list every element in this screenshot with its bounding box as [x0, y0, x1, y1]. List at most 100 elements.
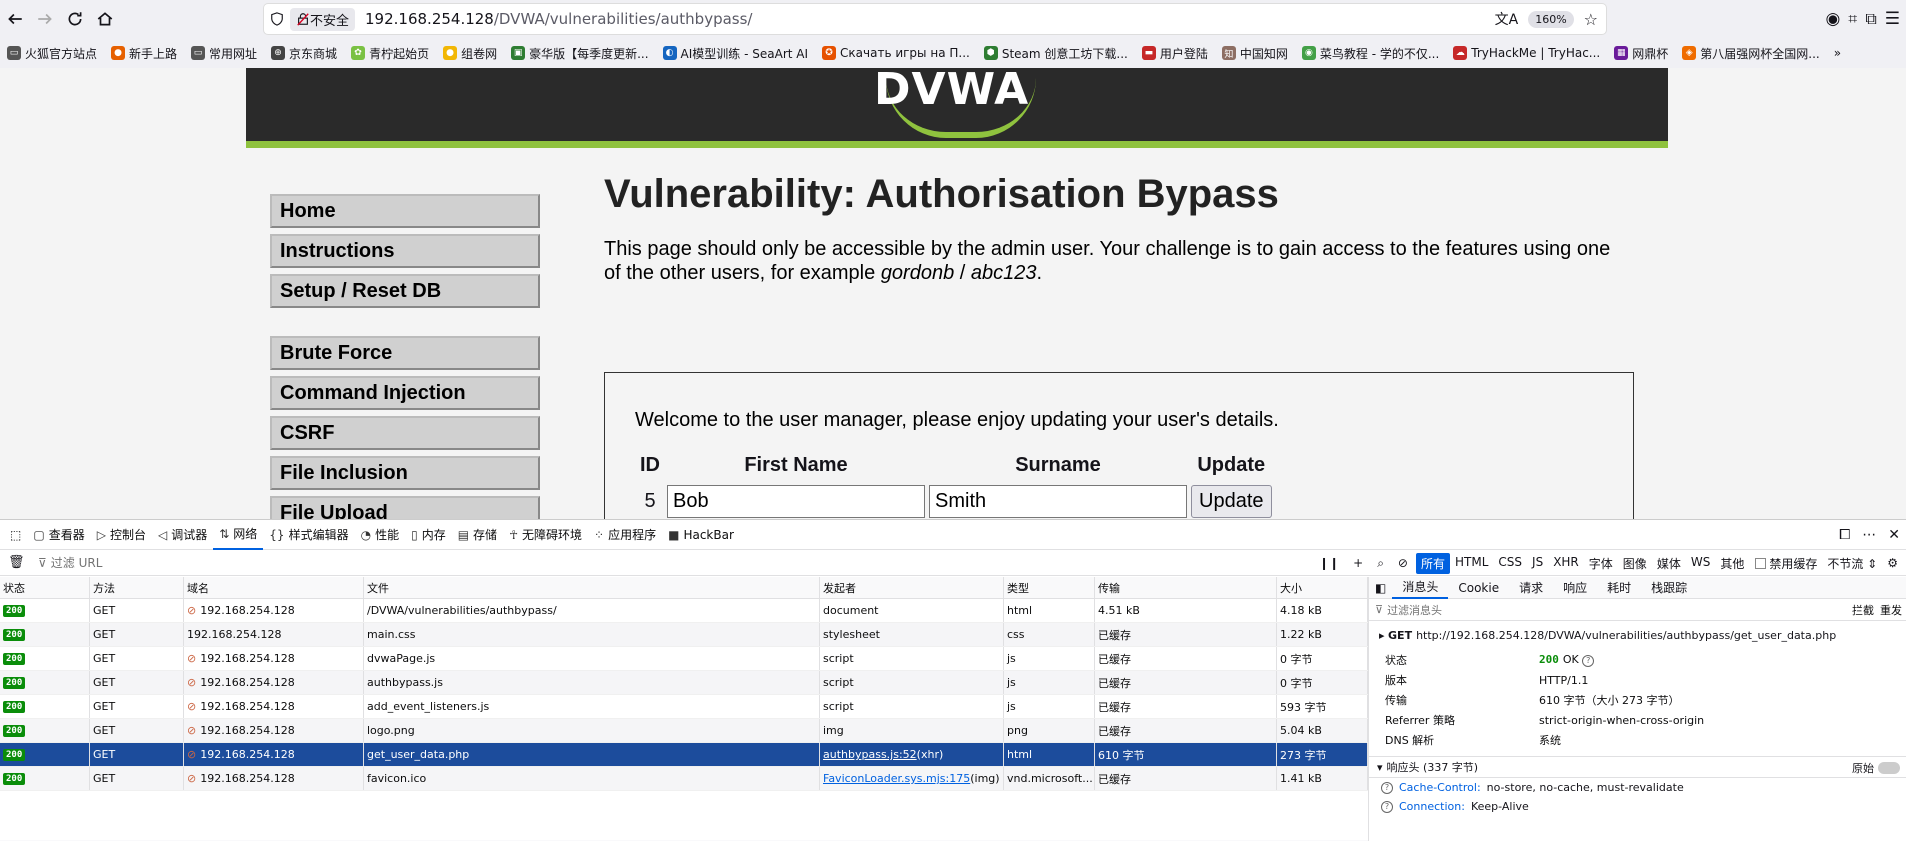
type-filter-9[interactable]: 其他 — [1715, 553, 1749, 574]
table-row[interactable]: 200 GET ⊘ 192.168.254.128 authbypass.js scrip… — [0, 671, 1368, 695]
filter-headers-input[interactable]: ⊽ 过滤消息头 拦截 重发 — [1369, 599, 1906, 621]
forward-button[interactable] — [30, 4, 60, 34]
menu-item-csrf[interactable]: CSRF — [270, 416, 540, 450]
menu-item-instructions[interactable]: Instructions — [270, 234, 540, 268]
table-row[interactable]: 200 GET ⊘ 192.168.254.128 favicon.ico Favicon… — [0, 767, 1368, 791]
bookmark-item[interactable]: ● 新手上路 — [104, 45, 184, 62]
table-row[interactable]: 200 GET ⊘ 192.168.254.128 get_user_data.php a… — [0, 743, 1368, 767]
bookmark-item[interactable]: ▭ 常用网址 — [184, 45, 264, 62]
tab-2[interactable]: ◁ 调试器 — [152, 520, 213, 550]
toggle-panel-icon[interactable]: ◧ — [1369, 581, 1392, 595]
menu-item-command-injection[interactable]: Command Injection — [270, 376, 540, 410]
bookmark-item[interactable]: ⊕ 京东商城 — [264, 45, 344, 62]
shield-icon[interactable] — [264, 12, 290, 26]
element-picker-icon[interactable]: ⬚ — [4, 520, 27, 550]
home-button[interactable] — [90, 4, 120, 34]
throttle-select[interactable]: 不节流 ⇕ — [1823, 555, 1881, 572]
reload-button[interactable] — [60, 4, 90, 34]
details-tab-0[interactable]: 消息头 — [1392, 577, 1449, 599]
menu-item-setup-reset-db[interactable]: Setup / Reset DB — [270, 274, 540, 308]
initiator-link[interactable]: authbypass.js:52 — [823, 748, 917, 761]
url-bar[interactable]: 不安全 192.168.254.128/DVWA/vulnerabilities… — [264, 4, 1606, 34]
tab-6[interactable]: ▯ 内存 — [405, 520, 452, 550]
bookmark-item[interactable]: ✪ Скачать игры на П... — [815, 46, 977, 60]
table-row[interactable]: 200 GET ⊘ 192.168.254.128/DVWA/vulnerabilit… — [0, 599, 1368, 623]
column-header[interactable]: 传输 — [1095, 577, 1277, 598]
tab-8[interactable]: ☥ 无障碍环境 — [503, 520, 588, 550]
details-tab-4[interactable]: 耗时 — [1597, 577, 1641, 599]
tab-5[interactable]: ◔ 性能 — [355, 520, 406, 550]
surname-input[interactable] — [929, 485, 1187, 518]
column-header[interactable]: 域名 — [184, 577, 364, 598]
tab-3[interactable]: ⇅ 网络 — [213, 520, 264, 550]
block-icon[interactable]: ⊘ — [1392, 556, 1414, 570]
column-header[interactable]: 方法 — [90, 577, 184, 598]
back-button[interactable] — [0, 4, 30, 34]
menu-item-brute-force[interactable]: Brute Force — [270, 336, 540, 370]
zoom-level[interactable]: 160% — [1528, 10, 1574, 28]
tab-10[interactable]: ■ HackBar — [662, 520, 740, 550]
table-row[interactable]: 200 GET 192.168.254.128 main.css stylesheet c… — [0, 623, 1368, 647]
bookmark-item[interactable]: ▦ 网鼎杯 — [1607, 45, 1675, 62]
help-icon[interactable]: ? — [1381, 800, 1393, 813]
more-bookmarks-icon[interactable]: » — [1827, 46, 1848, 60]
tab-7[interactable]: ▤ 存储 — [452, 520, 503, 550]
help-icon[interactable]: ? — [1582, 654, 1595, 667]
help-icon[interactable]: ? — [1381, 781, 1393, 794]
table-row[interactable]: 200 GET ⊘ 192.168.254.128 dvwaPage.js script j… — [0, 647, 1368, 671]
insecure-indicator[interactable]: 不安全 — [290, 7, 356, 31]
bookmark-item[interactable]: ◉ 菜鸟教程 - 学的不仅... — [1295, 45, 1446, 62]
bookmark-item[interactable]: ▣ 豪华版【每季度更新... — [504, 45, 655, 62]
type-filter-4[interactable]: XHR — [1548, 553, 1584, 574]
close-icon[interactable]: ✕ — [1888, 527, 1900, 543]
menu-item-file-inclusion[interactable]: File Inclusion — [270, 456, 540, 490]
menu-icon[interactable]: ☰ — [1885, 9, 1900, 29]
bookmark-item[interactable]: 知中国知网 — [1215, 45, 1295, 62]
tab-0[interactable]: ▢ 查看器 — [27, 520, 90, 550]
bookmark-item[interactable]: ◐ AI模型训练 - SeaArt AI — [656, 45, 815, 62]
table-row[interactable]: 200 GET ⊘ 192.168.254.128 logo.png img png 已缓存 5… — [0, 719, 1368, 743]
bookmark-item[interactable]: ⬢ Steam 创意工坊下载... — [977, 45, 1135, 62]
block-request-button[interactable]: 拦截 — [1852, 602, 1874, 618]
details-tab-5[interactable]: 栈跟踪 — [1641, 577, 1697, 599]
bookmark-item[interactable]: ● 组卷网 — [436, 45, 504, 62]
account-icon[interactable]: ◉ — [1825, 9, 1840, 29]
dock-icon[interactable]: ⧠ — [1839, 527, 1850, 543]
details-tab-2[interactable]: 请求 — [1509, 577, 1553, 599]
column-header[interactable]: 文件 — [364, 577, 820, 598]
pause-icon[interactable]: ❙❙ — [1313, 556, 1345, 570]
trash-icon[interactable]: 🗑 — [8, 555, 25, 570]
disable-cache-checkbox[interactable]: 禁用缓存 — [1751, 555, 1821, 572]
type-filter-6[interactable]: 图像 — [1618, 553, 1652, 574]
bookmark-item[interactable]: ▭ 火狐官方站点 — [0, 45, 104, 62]
table-row[interactable]: 200 GET ⊘ 192.168.254.128 add_event_listener… — [0, 695, 1368, 719]
expand-chevron-icon[interactable]: ▸ — [1379, 629, 1388, 642]
column-header[interactable]: 类型 — [1004, 577, 1095, 598]
extension-crop-icon[interactable]: ⌗ — [1848, 9, 1857, 29]
type-filter-7[interactable]: 媒体 — [1652, 553, 1686, 574]
details-tab-1[interactable]: Cookie — [1448, 577, 1509, 599]
extensions-icon[interactable]: ⧉ — [1865, 9, 1876, 29]
bookmark-item[interactable]: ◈ 第八届强网杯全国网... — [1675, 45, 1826, 62]
column-header[interactable]: 状态 — [0, 577, 90, 598]
tab-1[interactable]: ▷ 控制台 — [91, 520, 152, 550]
bookmark-item[interactable]: ☁ TryHackMe | TryHac... — [1446, 46, 1607, 60]
type-filter-2[interactable]: CSS — [1493, 553, 1527, 574]
url-text[interactable]: 192.168.254.128/DVWA/vulnerabilities/aut… — [365, 10, 752, 28]
type-filter-0[interactable]: 所有 — [1415, 552, 1450, 574]
toggle-switch[interactable] — [1878, 762, 1900, 774]
response-headers-section[interactable]: ▾ 响应头 (337 字节) 原始 — [1369, 756, 1906, 778]
column-header[interactable]: 大小 — [1277, 577, 1368, 598]
tab-9[interactable]: ⁘ 应用程序 — [588, 520, 662, 550]
type-filter-3[interactable]: JS — [1527, 553, 1548, 574]
search-icon[interactable]: ⌕ — [1371, 556, 1390, 571]
type-filter-8[interactable]: WS — [1686, 553, 1715, 574]
update-button[interactable]: Update — [1191, 485, 1272, 518]
initiator-link[interactable]: FaviconLoader.sys.mjs:175 — [823, 772, 970, 785]
raw-toggle[interactable]: 原始 — [1852, 757, 1900, 779]
more-options-icon[interactable]: ⋯ — [1862, 527, 1876, 543]
tab-4[interactable]: {} 样式编辑器 — [263, 520, 354, 550]
menu-item-home[interactable]: Home — [270, 194, 540, 228]
translate-icon[interactable]: 文A — [1495, 9, 1519, 29]
type-filter-5[interactable]: 字体 — [1584, 553, 1618, 574]
